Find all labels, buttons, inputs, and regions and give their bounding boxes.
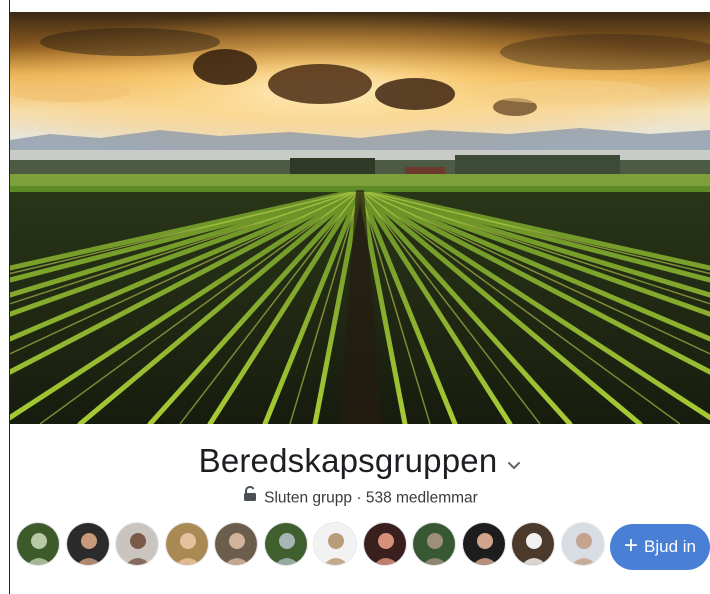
group-page: Beredskapsgruppen Sluten grupp · 538 med… <box>0 0 710 594</box>
member-avatar-3[interactable] <box>115 522 159 566</box>
plus-icon: + <box>624 532 639 559</box>
member-avatar-11[interactable] <box>511 522 555 566</box>
member-avatar-6[interactable] <box>263 522 308 566</box>
member-avatar-1[interactable] <box>16 522 60 566</box>
group-privacy: Sluten grupp <box>264 489 353 507</box>
member-avatar-10[interactable] <box>461 522 506 566</box>
cover-photo[interactable] <box>10 12 710 424</box>
member-avatar-12[interactable] <box>560 522 605 566</box>
invite-button-label: Bjud in <box>644 537 696 556</box>
group-header: Beredskapsgruppen Sluten grupp · 538 med… <box>10 424 710 594</box>
meta-separator: · <box>356 489 362 507</box>
left-border <box>0 0 10 594</box>
member-avatar-5[interactable] <box>214 522 258 566</box>
group-meta: Sluten grupp · 538 medlemmar <box>10 485 710 509</box>
member-avatar-9[interactable] <box>412 522 456 566</box>
group-title-row[interactable]: Beredskapsgruppen <box>10 442 710 482</box>
group-name[interactable]: Beredskapsgruppen <box>199 442 498 479</box>
invite-button[interactable]: + Bjud in <box>610 524 710 570</box>
lock-icon <box>242 485 258 507</box>
chevron-down-icon[interactable] <box>507 441 521 479</box>
member-avatar-2[interactable] <box>65 522 110 566</box>
top-border <box>0 0 710 12</box>
member-avatars <box>16 522 706 570</box>
member-avatar-7[interactable] <box>313 522 357 566</box>
member-avatar-4[interactable] <box>164 522 209 566</box>
member-count[interactable]: 538 medlemmar <box>366 490 478 507</box>
member-avatar-8[interactable] <box>362 522 407 566</box>
